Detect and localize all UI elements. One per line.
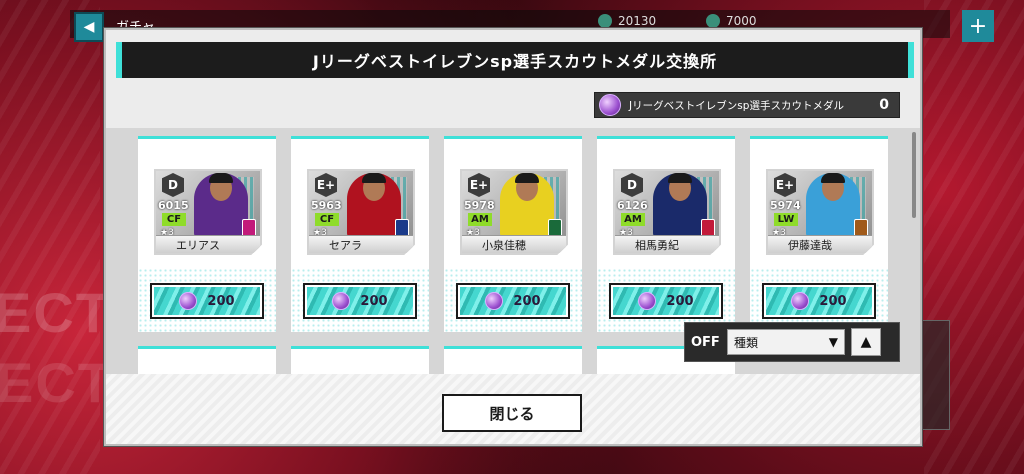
background-text-echo: ECT: [0, 351, 114, 414]
cost-value: 200: [666, 293, 694, 309]
currency-2: 7000: [706, 14, 757, 28]
player-card[interactable]: E+ 5974 LW ★3 伊藤達哉 200: [750, 136, 888, 332]
player-hair: [209, 173, 233, 183]
cost-panel: 200: [613, 287, 719, 315]
scout-medal-icon: [599, 94, 621, 116]
exchange-cost-button[interactable]: 200: [456, 283, 570, 319]
rank-badge: E+: [315, 173, 337, 197]
player-card[interactable]: E+ 5978 AM ★3 小泉佳穂 200: [444, 136, 582, 332]
overall-rating: 5978: [464, 199, 495, 212]
scout-medal-icon: [485, 292, 504, 310]
gem-icon: [706, 14, 720, 28]
medal-balance-count: 0: [879, 97, 889, 113]
position-badge: AM: [621, 213, 645, 226]
player-card[interactable]: E+ 5963 CF ★3 セアラ 200: [291, 136, 429, 332]
position-badge: AM: [468, 213, 492, 226]
rank-badge: E+: [774, 173, 796, 197]
exchange-cost-button[interactable]: 200: [150, 283, 264, 319]
list-item-partial[interactable]: [291, 346, 429, 374]
medal-balance-label: Jリーグベストイレブンsp選手スカウトメダル: [629, 99, 844, 112]
overall-rating: 6015: [158, 199, 189, 212]
player-name: エリアス: [156, 235, 260, 253]
add-currency-button[interactable]: +: [962, 10, 994, 42]
cost-value: 200: [207, 293, 235, 309]
player-portrait: D 6126 AM ★3 相馬勇紀: [613, 169, 721, 255]
modal-header: Jリーグベストイレブンsp選手スカウトメダル交換所: [116, 42, 914, 78]
player-hair: [821, 173, 845, 183]
medal-balance: Jリーグベストイレブンsp選手スカウトメダル 0: [594, 92, 900, 118]
overall-rating: 5963: [311, 199, 342, 212]
exchange-cost-button[interactable]: 200: [762, 283, 876, 319]
coin-icon: [598, 14, 612, 28]
player-name: 伊藤達哉: [768, 235, 872, 253]
modal-title: Jリーグベストイレブンsp選手スカウトメダル交換所: [312, 52, 718, 71]
player-portrait: E+ 5978 AM ★3 小泉佳穂: [460, 169, 568, 255]
exchange-modal: Jリーグベストイレブンsp選手スカウトメダル交換所 Jリーグベストイレブンsp選…: [104, 28, 922, 446]
player-portrait: E+ 5963 CF ★3 セアラ: [307, 169, 415, 255]
position-badge: LW: [774, 213, 798, 226]
player-portrait: E+ 5974 LW ★3 伊藤達哉: [766, 169, 874, 255]
header-accent-left: [116, 42, 122, 78]
triangle-up-icon: ▲: [860, 334, 872, 350]
cost-value: 200: [360, 293, 388, 309]
player-card[interactable]: D 6126 AM ★3 相馬勇紀 200: [597, 136, 735, 332]
header-accent-right: [908, 42, 914, 78]
sort-order-button[interactable]: ▲: [851, 328, 881, 356]
cost-panel: 200: [766, 287, 872, 315]
position-badge: CF: [315, 213, 339, 226]
list-item-partial[interactable]: [444, 346, 582, 374]
currency-1: 20130: [598, 14, 656, 28]
cost-value: 200: [819, 293, 847, 309]
cost-panel: 200: [460, 287, 566, 315]
back-button[interactable]: ◀: [74, 12, 104, 42]
player-name: セアラ: [309, 235, 413, 253]
background-text: ECT: [0, 281, 112, 344]
cost-panel: 200: [154, 287, 260, 315]
cost-value: 200: [513, 293, 541, 309]
exchange-cost-button[interactable]: 200: [609, 283, 723, 319]
player-hair: [668, 173, 692, 183]
player-hair: [362, 173, 386, 183]
filter-select-value: 種類: [734, 335, 759, 350]
filter-bar: OFF 種類 ▼ ▲: [684, 322, 900, 362]
scout-medal-icon: [179, 292, 198, 310]
rank-badge: E+: [468, 173, 490, 197]
dropdown-arrow-icon: ▼: [828, 335, 838, 349]
currency-2-value: 7000: [726, 14, 757, 28]
back-arrow-icon: ◀: [83, 19, 95, 35]
player-name: 相馬勇紀: [615, 235, 719, 253]
rank-badge: D: [162, 173, 184, 197]
scout-medal-icon: [791, 292, 810, 310]
player-name: 小泉佳穂: [462, 235, 566, 253]
close-button[interactable]: 閉じる: [442, 394, 582, 432]
background-side-panel: [920, 320, 950, 430]
player-portrait: D 6015 CF ★3 エリアス: [154, 169, 262, 255]
filter-type-select[interactable]: 種類 ▼: [727, 329, 845, 355]
exchange-cost-button[interactable]: 200: [303, 283, 417, 319]
currency-1-value: 20130: [618, 14, 657, 28]
scout-medal-icon: [332, 292, 351, 310]
cost-panel: 200: [307, 287, 413, 315]
list-scrollbar[interactable]: [912, 132, 916, 218]
overall-rating: 6126: [617, 199, 648, 212]
modal-footer: 閉じる: [106, 374, 920, 444]
player-card[interactable]: D 6015 CF ★3 エリアス 200: [138, 136, 276, 332]
plus-icon: +: [968, 13, 988, 39]
list-item-partial[interactable]: [138, 346, 276, 374]
filter-toggle[interactable]: OFF: [691, 335, 721, 350]
rank-badge: D: [621, 173, 643, 197]
position-badge: CF: [162, 213, 186, 226]
scout-medal-icon: [638, 292, 657, 310]
player-hair: [515, 173, 539, 183]
overall-rating: 5974: [770, 199, 801, 212]
